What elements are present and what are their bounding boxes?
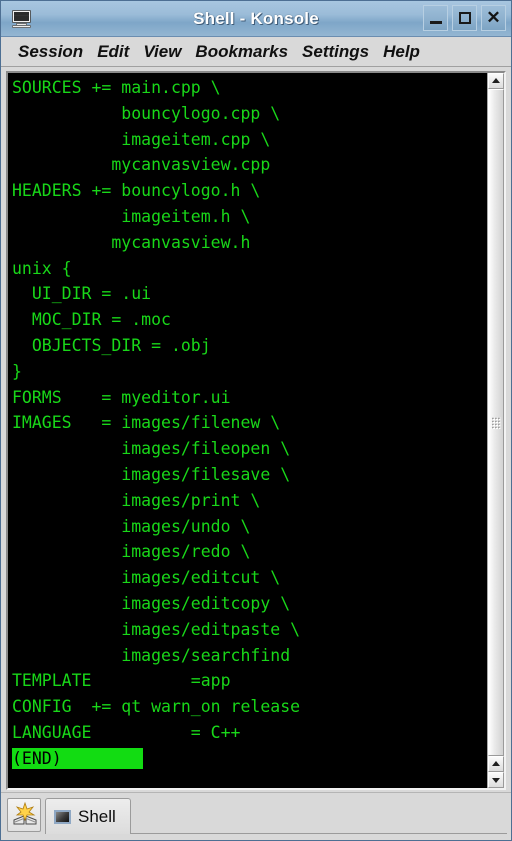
terminal-area: SOURCES += main.cpp \ bouncylogo.cpp \ i… bbox=[1, 67, 511, 792]
terminal-line: OBJECTS_DIR = .obj bbox=[12, 335, 211, 355]
terminal-line: MOC_DIR = .moc bbox=[12, 310, 171, 330]
terminal-line: images/searchfind bbox=[12, 645, 291, 665]
terminal-line: mycanvasview.cpp bbox=[12, 155, 271, 175]
pager-end-marker: (END) bbox=[12, 746, 487, 772]
scroll-up-button[interactable] bbox=[488, 756, 504, 772]
terminal-line: images/undo \ bbox=[12, 516, 251, 536]
chevron-up-icon bbox=[492, 761, 500, 766]
chevron-down-icon bbox=[492, 778, 500, 783]
terminal-line: mycanvasview.h bbox=[12, 232, 251, 252]
terminal-line: images/editcopy \ bbox=[12, 593, 291, 613]
terminal-line: images/redo \ bbox=[12, 542, 251, 562]
minimize-button[interactable] bbox=[423, 5, 448, 31]
new-session-button[interactable] bbox=[7, 798, 41, 832]
chevron-up-icon bbox=[492, 78, 500, 83]
window-controls: ✕ bbox=[423, 5, 506, 31]
terminal-line: TEMPLATE =app bbox=[12, 671, 231, 691]
terminal-line: images/editpaste \ bbox=[12, 619, 301, 639]
terminal-line: bouncylogo.cpp \ bbox=[12, 103, 281, 123]
monitor-icon bbox=[9, 6, 35, 32]
terminal-line: FORMS = myeditor.ui bbox=[12, 387, 231, 407]
terminal-line: LANGUAGE = C++ bbox=[12, 722, 241, 742]
grip-icon bbox=[491, 416, 501, 429]
terminal-line: HEADERS += bouncylogo.h \ bbox=[12, 181, 261, 201]
terminal-screen[interactable]: SOURCES += main.cpp \ bouncylogo.cpp \ i… bbox=[8, 73, 487, 788]
terminal-frame: SOURCES += main.cpp \ bouncylogo.cpp \ i… bbox=[6, 71, 506, 790]
terminal-line: imageitem.h \ bbox=[12, 206, 251, 226]
terminal-line: unix { bbox=[12, 258, 72, 278]
terminal-line: UI_DIR = .ui bbox=[12, 284, 152, 304]
menu-bookmarks[interactable]: Bookmarks bbox=[188, 42, 295, 62]
terminal-line: IMAGES = images/filenew \ bbox=[12, 413, 281, 433]
maximize-button[interactable] bbox=[452, 5, 477, 31]
tabbar-filler bbox=[130, 798, 507, 834]
screenshot-root: Shell - Konsole ✕ Session Edit View Book… bbox=[0, 0, 512, 841]
menu-help[interactable]: Help bbox=[376, 42, 427, 62]
terminal-line: images/editcut \ bbox=[12, 568, 281, 588]
terminal-line: images/print \ bbox=[12, 490, 261, 510]
menu-edit[interactable]: Edit bbox=[90, 42, 136, 62]
terminal-icon bbox=[54, 809, 71, 824]
window-titlebar[interactable]: Shell - Konsole ✕ bbox=[1, 1, 511, 37]
pager-end-text: (END) bbox=[12, 747, 144, 769]
terminal-line: images/fileopen \ bbox=[12, 439, 291, 459]
scroll-down-button[interactable] bbox=[488, 772, 504, 788]
menu-view[interactable]: View bbox=[136, 42, 188, 62]
menu-session[interactable]: Session bbox=[11, 42, 90, 62]
scroll-up-button-top[interactable] bbox=[488, 73, 504, 89]
terminal-line: CONFIG += qt warn_on release bbox=[12, 697, 301, 717]
terminal-line: } bbox=[12, 361, 22, 381]
scrollbar-track[interactable] bbox=[488, 89, 504, 756]
scrollbar-thumb[interactable] bbox=[488, 89, 504, 756]
close-icon: ✕ bbox=[486, 8, 501, 27]
tab-label: Shell bbox=[78, 806, 116, 826]
maximize-icon bbox=[459, 12, 471, 24]
tab-shell[interactable]: Shell bbox=[45, 798, 131, 834]
terminal-scrollbar[interactable] bbox=[487, 73, 504, 788]
session-tabbar: Shell bbox=[1, 792, 511, 840]
menubar: Session Edit View Bookmarks Settings Hel… bbox=[1, 37, 511, 67]
menu-settings[interactable]: Settings bbox=[295, 42, 376, 62]
terminal-line: SOURCES += main.cpp \ bbox=[12, 78, 221, 97]
close-button[interactable]: ✕ bbox=[481, 5, 506, 31]
new-session-icon bbox=[13, 802, 37, 825]
terminal-line: imageitem.cpp \ bbox=[12, 129, 271, 149]
minimize-icon bbox=[430, 21, 442, 24]
konsole-window: Shell - Konsole ✕ Session Edit View Book… bbox=[0, 0, 512, 841]
terminal-line: images/filesave \ bbox=[12, 464, 291, 484]
